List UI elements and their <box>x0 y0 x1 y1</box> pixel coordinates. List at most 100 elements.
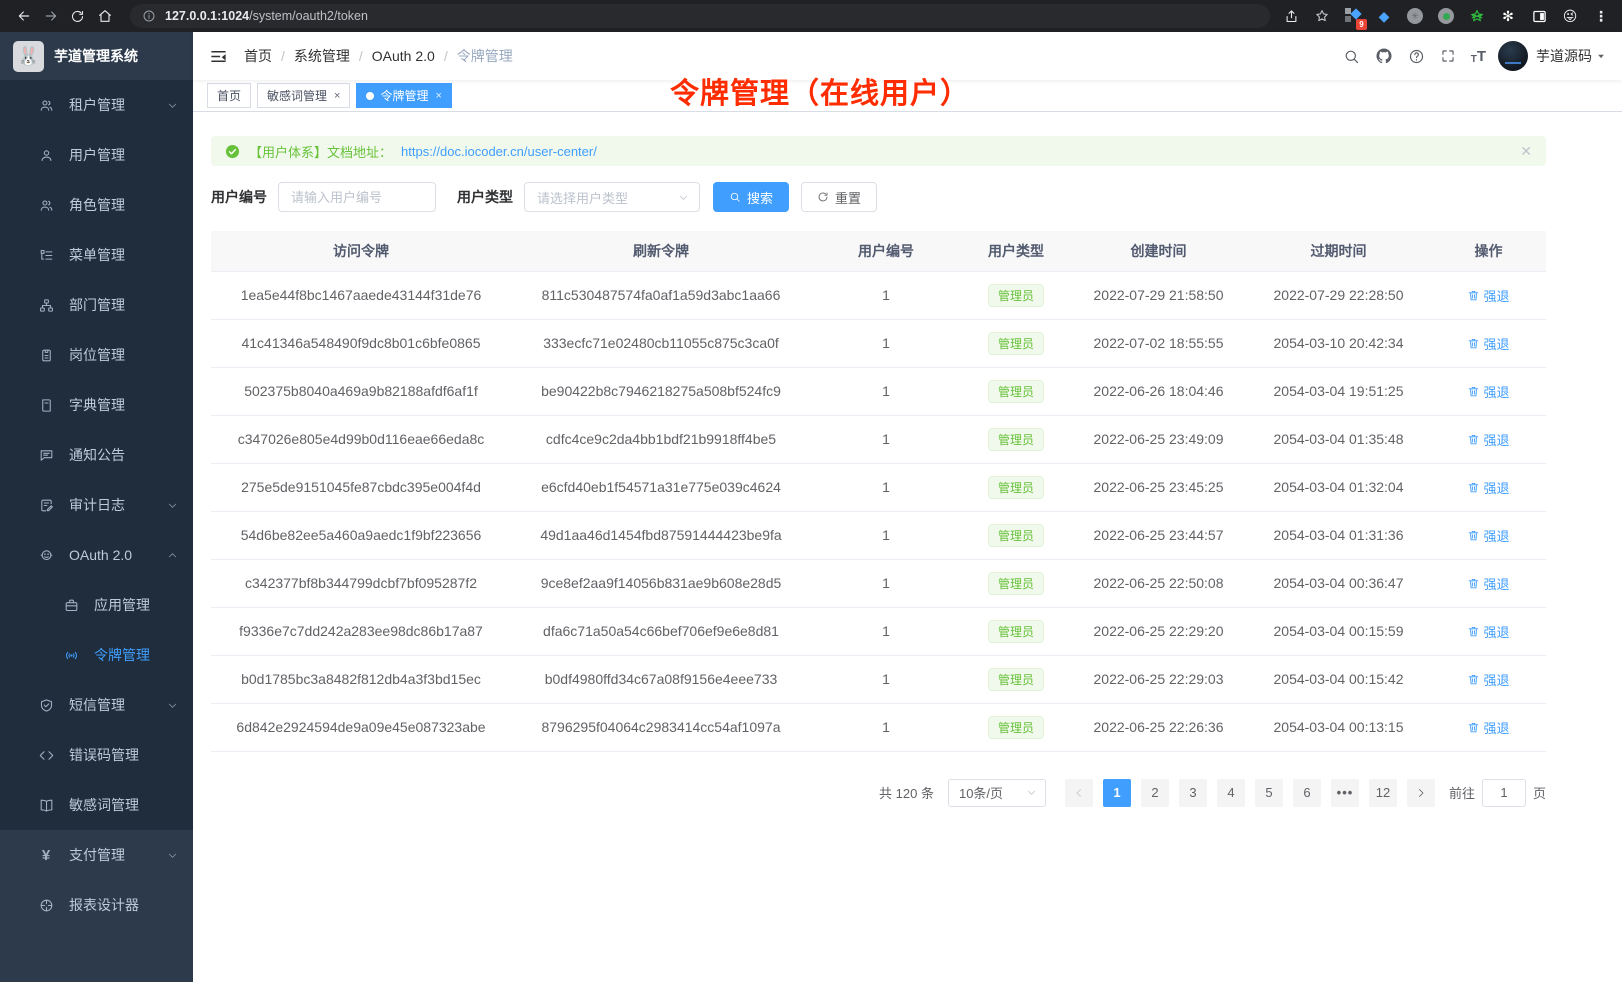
avatar[interactable] <box>1498 41 1528 71</box>
tag-assistant-icon[interactable]: 9 <box>1344 7 1362 25</box>
page-button-1[interactable]: 1 <box>1103 779 1131 807</box>
reset-button[interactable]: 重置 <box>801 182 877 212</box>
table-row: 41c41346a548490f9dc8b01c6bfe0865333ecfc7… <box>211 319 1546 367</box>
sidebar-item-oauth2[interactable]: OAuth 2.0 <box>0 530 193 580</box>
side-panel-icon[interactable] <box>1530 7 1548 25</box>
force-logout-button[interactable]: 强退 <box>1467 622 1509 641</box>
address-bar[interactable]: 127.0.0.1:1024/system/oauth2/token <box>130 4 1270 28</box>
force-logout-button[interactable]: 强退 <box>1467 670 1509 689</box>
sidebar-item-dept[interactable]: 部门管理 <box>0 280 193 330</box>
share-icon[interactable] <box>1282 7 1300 25</box>
sidebar-item-dict[interactable]: 字典管理 <box>0 380 193 430</box>
page-button-4[interactable]: 4 <box>1217 779 1245 807</box>
hamburger-icon[interactable] <box>209 47 228 66</box>
expire-time-cell: 2054-03-04 01:31:36 <box>1246 511 1431 559</box>
force-logout-button[interactable]: 强退 <box>1467 430 1509 449</box>
breadcrumb-item[interactable]: 系统管理 <box>294 46 350 66</box>
pinwheel-icon[interactable]: ✻ <box>1499 7 1517 25</box>
site-info-icon[interactable] <box>142 9 156 23</box>
close-icon[interactable]: × <box>334 90 340 102</box>
breadcrumb-separator: / <box>281 48 285 64</box>
breadcrumb-item[interactable]: 首页 <box>244 46 272 66</box>
check-circle-icon <box>225 144 240 159</box>
page-button-2[interactable]: 2 <box>1141 779 1169 807</box>
doc-link[interactable]: https://doc.iocoder.cn/user-center/ <box>401 144 597 159</box>
close-icon[interactable]: × <box>435 90 441 102</box>
caret-down-icon[interactable] <box>1596 51 1606 61</box>
sidebar-item-audit-log[interactable]: 审计日志 <box>0 480 193 530</box>
browser-back-icon[interactable] <box>10 3 37 30</box>
sidebar-item-post[interactable]: 岗位管理 <box>0 330 193 380</box>
page-button-5[interactable]: 5 <box>1255 779 1283 807</box>
browser-forward-icon[interactable] <box>37 3 64 30</box>
prev-page-button[interactable] <box>1065 779 1093 807</box>
user-type-cell: 管理员 <box>961 415 1071 463</box>
force-logout-button[interactable]: 强退 <box>1467 526 1509 545</box>
help-icon[interactable] <box>1408 48 1425 65</box>
username[interactable]: 芋道源码 <box>1536 46 1592 66</box>
browser-home-icon[interactable] <box>91 3 118 30</box>
sidebar-item-label: 部门管理 <box>69 295 125 315</box>
github-icon[interactable] <box>1375 47 1393 65</box>
page-size-select[interactable]: 10条/页 <box>948 779 1046 807</box>
page-button-12[interactable]: 12 <box>1369 779 1397 807</box>
force-logout-button[interactable]: 强退 <box>1467 334 1509 353</box>
app-title: 芋道管理系统 <box>54 46 138 66</box>
search-button[interactable]: 搜索 <box>713 182 789 212</box>
sidebar-item-error-code[interactable]: 错误码管理 <box>0 730 193 780</box>
sidebar-item-tenant[interactable]: 租户管理 <box>0 80 193 130</box>
force-logout-button[interactable]: 强退 <box>1467 382 1509 401</box>
column-header: 用户编号 <box>811 231 961 271</box>
user-type-cell: 管理员 <box>961 703 1071 751</box>
search-icon[interactable] <box>1343 48 1360 65</box>
search-icon <box>729 191 741 203</box>
sidebar-item-pay[interactable]: ¥支付管理 <box>0 830 193 880</box>
force-logout-button[interactable]: 强退 <box>1467 574 1509 593</box>
sidebar-item-oauth2-token[interactable]: 令牌管理 <box>0 630 193 680</box>
action-cell: 强退 <box>1431 463 1546 511</box>
emoji-icon[interactable]: 😜 <box>1561 7 1579 25</box>
green-star-icon[interactable] <box>1468 7 1486 25</box>
meet-icon[interactable]: ✳ <box>1406 7 1424 25</box>
sidebar-item-label: 用户管理 <box>69 145 125 165</box>
next-page-button[interactable] <box>1407 779 1435 807</box>
tab-敏感词管理[interactable]: 敏感词管理× <box>257 83 350 108</box>
record-circle-icon[interactable] <box>1437 7 1455 25</box>
force-logout-button[interactable]: 强退 <box>1467 478 1509 497</box>
user-id-input[interactable] <box>278 182 436 212</box>
sidebar-item-sms[interactable]: 短信管理 <box>0 680 193 730</box>
force-logout-button[interactable]: 强退 <box>1467 286 1509 305</box>
sidebar-item-notice[interactable]: 通知公告 <box>0 430 193 480</box>
tab-令牌管理[interactable]: 令牌管理× <box>356 83 451 108</box>
fullscreen-icon[interactable] <box>1440 48 1456 64</box>
kebab-menu-icon[interactable]: ⋮ <box>1592 7 1610 25</box>
tab-首页[interactable]: 首页 <box>207 83 251 108</box>
force-logout-label: 强退 <box>1483 670 1509 689</box>
goto-suffix: 页 <box>1533 783 1546 802</box>
sidebar-item-role[interactable]: 角色管理 <box>0 180 193 230</box>
chevron-up-icon <box>167 550 178 561</box>
font-size-icon[interactable]: TT <box>1471 48 1486 65</box>
force-logout-button[interactable]: 强退 <box>1467 718 1509 737</box>
alert-close-icon[interactable]: ✕ <box>1520 143 1532 160</box>
sidebar-item-menu[interactable]: 菜单管理 <box>0 230 193 280</box>
user-type-select[interactable]: 请选择用户类型 <box>524 182 700 212</box>
more-pages-button[interactable]: ••• <box>1331 779 1359 807</box>
sidebar-item-sensitive-word[interactable]: 敏感词管理 <box>0 780 193 830</box>
user-type-placeholder: 请选择用户类型 <box>537 188 628 207</box>
browser-reload-icon[interactable] <box>64 3 91 30</box>
sidebar-item-report-designer[interactable]: 报表设计器 <box>0 880 193 930</box>
gem-icon[interactable]: ◆ <box>1375 7 1393 25</box>
user-type-cell: 管理员 <box>961 319 1071 367</box>
sidebar-item-user[interactable]: 用户管理 <box>0 130 193 180</box>
page-button-6[interactable]: 6 <box>1293 779 1321 807</box>
bookmark-star-icon[interactable] <box>1313 7 1331 25</box>
goto-page-input[interactable] <box>1482 779 1526 807</box>
user-type-badge: 管理员 <box>988 668 1044 691</box>
sidebar-item-oauth2-application[interactable]: 应用管理 <box>0 580 193 630</box>
breadcrumb-item[interactable]: OAuth 2.0 <box>372 48 435 64</box>
page-button-3[interactable]: 3 <box>1179 779 1207 807</box>
access-token-cell: 6d842e2924594de9a09e45e087323abe <box>211 703 511 751</box>
app-logo-row[interactable]: 🐰 芋道管理系统 <box>0 32 193 80</box>
column-header: 操作 <box>1431 231 1546 271</box>
